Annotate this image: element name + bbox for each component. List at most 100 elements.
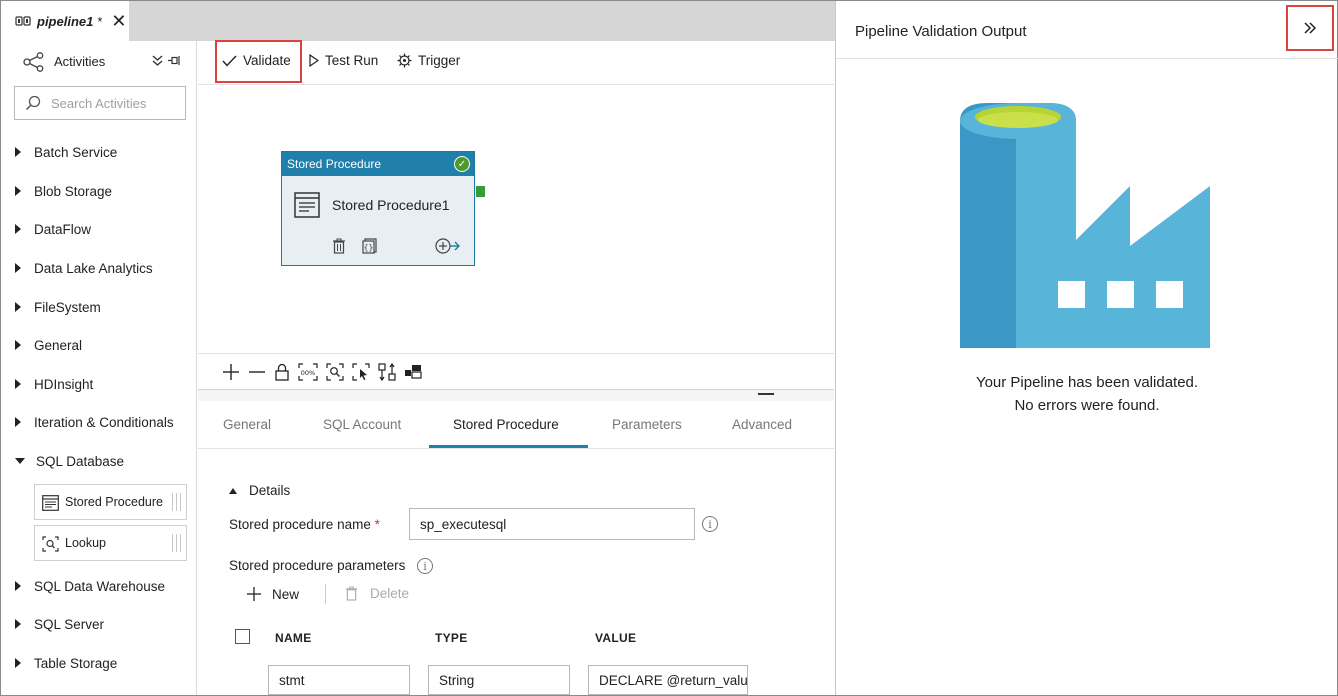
column-header-name: NAME <box>275 631 312 645</box>
tab-general[interactable]: General <box>223 417 271 432</box>
new-label: New <box>272 586 300 602</box>
node-header: Stored Procedure <box>282 152 474 176</box>
details-section-toggle[interactable]: Details <box>229 483 290 498</box>
validation-panel-header: Pipeline Validation Output <box>836 1 1338 59</box>
category-general[interactable]: General <box>15 335 82 355</box>
drag-handle-icon[interactable] <box>172 493 181 511</box>
category-dataflow[interactable]: DataFlow <box>15 219 91 239</box>
minimize-icon[interactable] <box>758 393 774 395</box>
pipeline-toolbar: Validate Test Run Trigger <box>198 40 834 85</box>
category-label: Iteration & Conditionals <box>34 414 174 430</box>
trigger-button[interactable]: Trigger <box>397 53 460 68</box>
category-filesystem[interactable]: FileSystem <box>15 297 101 317</box>
stored-procedure-settings: Details Stored procedure name * sp_execu… <box>198 449 834 695</box>
param-name-field[interactable]: stmt <box>268 665 410 695</box>
lock-icon[interactable] <box>274 363 290 381</box>
auto-align-icon[interactable] <box>378 362 396 381</box>
validation-output-panel: Pipeline Validation Output Your Pipeline… <box>835 1 1338 695</box>
double-chevron-right-icon <box>1304 22 1317 34</box>
expand-arrow-icon <box>15 302 21 312</box>
tab-parameters[interactable]: Parameters <box>612 417 682 432</box>
category-label: Batch Service <box>34 144 118 160</box>
fit-to-screen-icon[interactable] <box>326 362 344 381</box>
zoom-out-icon[interactable] <box>248 363 266 381</box>
category-label: Table Storage <box>34 655 118 671</box>
activity-lookup[interactable]: Lookup <box>34 525 187 561</box>
tab-bar: pipeline1 * ✕ <box>1 1 835 41</box>
drag-handle-icon[interactable] <box>172 534 181 552</box>
new-parameter-button[interactable]: New <box>246 586 299 602</box>
search-input[interactable]: Search Activities <box>14 86 186 120</box>
delete-label: Delete <box>370 586 410 601</box>
tab-stored-procedure[interactable]: Stored Procedure <box>453 417 559 432</box>
delete-parameter-button[interactable]: Delete <box>345 586 409 601</box>
expand-arrow-icon <box>15 224 21 234</box>
info-icon[interactable]: i <box>702 516 718 532</box>
activity-node-stored-procedure[interactable]: Stored Procedure ✓ Stored Procedure1 {} <box>281 151 475 266</box>
double-chevron-down-icon[interactable] <box>151 54 164 67</box>
delete-icon[interactable] <box>332 238 346 254</box>
minimap-icon[interactable] <box>404 363 422 381</box>
stored-procedure-icon <box>294 192 320 218</box>
category-table-storage[interactable]: Table Storage <box>15 653 117 673</box>
activity-stored-procedure[interactable]: Stored Procedure <box>34 484 187 520</box>
select-icon[interactable] <box>352 362 370 381</box>
expand-arrow-icon <box>15 147 21 157</box>
category-blob-storage[interactable]: Blob Storage <box>15 181 112 201</box>
zoom-100-icon[interactable]: 00% <box>298 362 318 381</box>
panel-title: Pipeline Validation Output <box>855 23 1027 40</box>
test-run-button[interactable]: Test Run <box>309 53 378 68</box>
category-batch-service[interactable]: Batch Service <box>15 142 117 162</box>
panel-splitter[interactable] <box>198 389 834 401</box>
collapse-panel-button[interactable] <box>1286 5 1334 51</box>
category-label: SQL Database <box>36 453 125 469</box>
category-data-lake-analytics[interactable]: Data Lake Analytics <box>15 258 153 278</box>
category-label: DataFlow <box>34 221 92 237</box>
category-iteration-conditionals[interactable]: Iteration & Conditionals <box>15 412 174 432</box>
expand-arrow-icon <box>15 581 21 591</box>
add-output-icon[interactable] <box>435 238 461 254</box>
toolbar-divider <box>325 584 326 604</box>
sp-name-field[interactable]: sp_executesql <box>409 508 695 540</box>
param-type-value: String <box>439 672 475 688</box>
category-label: SQL Server <box>34 616 105 632</box>
tab-advanced[interactable]: Advanced <box>732 417 792 432</box>
info-icon[interactable]: i <box>417 558 433 574</box>
zoom-in-icon[interactable] <box>222 363 240 381</box>
validate-button[interactable]: Validate <box>222 53 291 68</box>
category-sql-data-warehouse[interactable]: SQL Data Warehouse <box>15 576 165 596</box>
success-output-port[interactable] <box>476 186 485 197</box>
collapse-panel-controls <box>151 52 181 67</box>
tab-pipeline1[interactable]: pipeline1 * ✕ <box>1 1 129 41</box>
param-name-value: stmt <box>279 672 305 688</box>
play-icon <box>309 54 319 67</box>
required-marker: * <box>374 517 380 532</box>
activities-header: Activities <box>1 41 197 83</box>
activities-panel: Activities Search Activities Batch Servi… <box>1 41 197 695</box>
expand-arrow-icon <box>15 619 21 629</box>
tab-sql-account[interactable]: SQL Account <box>323 417 401 432</box>
sp-params-label: Stored procedure parameters <box>229 558 406 573</box>
category-sql-server[interactable]: SQL Server <box>15 614 104 634</box>
param-type-field[interactable]: String <box>428 665 570 695</box>
select-all-checkbox[interactable] <box>235 629 250 644</box>
data-factory-icon <box>960 103 1210 348</box>
activities-icon <box>23 52 44 72</box>
category-hdinsight[interactable]: HDInsight <box>15 374 93 394</box>
code-icon[interactable]: {} <box>362 238 377 254</box>
activity-label: Lookup <box>65 536 107 550</box>
activity-label: Stored Procedure <box>65 495 163 509</box>
pin-icon[interactable] <box>167 54 181 67</box>
category-label: HDInsight <box>34 376 94 392</box>
category-label: General <box>34 337 83 353</box>
search-icon <box>25 95 41 111</box>
close-icon[interactable]: ✕ <box>111 12 126 30</box>
param-value-field[interactable]: DECLARE @return_value <box>588 665 748 695</box>
validated-check-icon: ✓ <box>454 156 470 172</box>
tab-title: pipeline1 <box>37 13 94 29</box>
active-tab-indicator <box>429 445 588 448</box>
category-sql-database[interactable]: SQL Database <box>15 451 124 471</box>
pipeline-icon <box>15 16 31 26</box>
validation-message-line2: No errors were found. <box>1014 397 1160 414</box>
search-placeholder: Search Activities <box>51 95 147 111</box>
